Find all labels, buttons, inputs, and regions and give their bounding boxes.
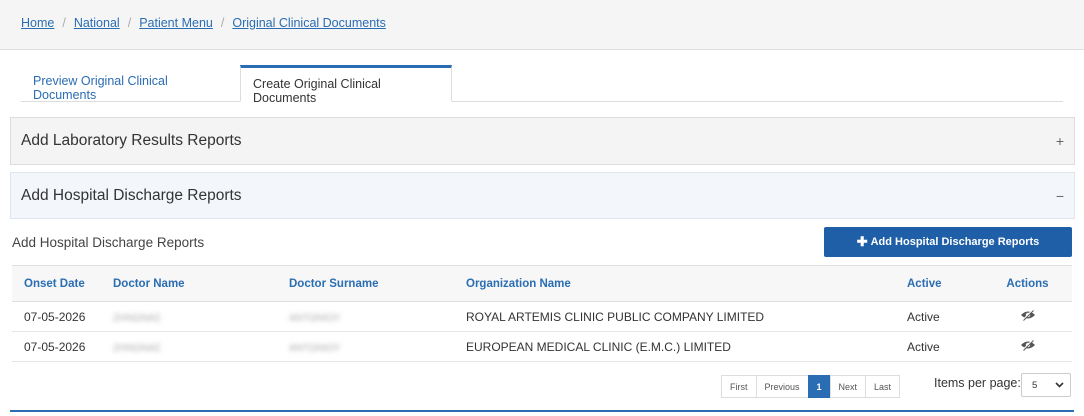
expand-icon[interactable]: + [1056,133,1064,149]
document-tabs: Preview Original Clinical Documents Crea… [21,65,1063,105]
pagination: First Previous 1 Next Last [721,375,901,398]
plus-icon: ✚ [856,234,868,249]
header-doctor-name[interactable]: Doctor Name [101,265,277,302]
view-icon[interactable] [1020,339,1036,351]
section-divider [10,410,1074,412]
panel-title: Add Laboratory Results Reports [21,132,242,149]
table-row: 07-05-2026 ΖΗΝΩΝΑΣ ΑΝΤΩΝΙΟΥ ROYAL ARTEMI… [12,301,1072,332]
breadcrumb-national[interactable]: National [74,16,120,30]
breadcrumb-patient-menu[interactable]: Patient Menu [139,16,213,30]
page-current-button[interactable]: 1 [807,375,831,398]
cell-doctor-surname: ΑΝΤΩΝΙΟΥ [289,312,341,324]
breadcrumb-original-clinical-documents[interactable]: Original Clinical Documents [232,16,386,30]
panel-hospital-discharge[interactable]: Add Hospital Discharge Reports − [10,172,1075,219]
cell-doctor-name: ΖΗΝΩΝΑΣ [113,342,162,354]
header-actions: Actions [983,265,1072,302]
page-last-button[interactable]: Last [865,375,901,398]
cell-onset-date: 07-05-2026 [12,301,101,332]
page-next-button[interactable]: Next [829,375,867,398]
breadcrumb: Home / National / Patient Menu / Origina… [21,16,386,30]
header-onset-date[interactable]: Onset Date [12,265,101,302]
section-title: Add Hospital Discharge Reports [12,235,205,250]
page-previous-button[interactable]: Previous [755,375,809,398]
header-doctor-surname[interactable]: Doctor Surname [277,265,454,302]
breadcrumb-separator: / [127,16,132,30]
breadcrumb-separator: / [62,16,66,30]
items-per-page-label: Items per page: [934,376,1021,390]
collapse-icon[interactable]: − [1056,188,1064,204]
table-header-row: Onset Date Doctor Name Doctor Surname Or… [12,265,1072,302]
table-row: 07-05-2026 ΖΗΝΩΝΑΣ ΑΝΤΩΝΙΟΥ EUROPEAN MED… [12,331,1072,362]
add-button-label: Add Hospital Discharge Reports [870,236,1040,248]
panel-laboratory-results[interactable]: Add Laboratory Results Reports + [10,117,1075,165]
items-per-page-select[interactable]: 5 [1021,373,1071,397]
cell-onset-date: 07-05-2026 [12,331,101,362]
view-icon[interactable] [1020,309,1036,321]
breadcrumb-separator: / [220,16,225,30]
discharge-reports-table: Onset Date Doctor Name Doctor Surname Or… [12,265,1072,362]
add-hospital-discharge-button[interactable]: ✚ Add Hospital Discharge Reports [824,227,1072,257]
breadcrumb-bar: Home / National / Patient Menu / Origina… [0,0,1084,50]
panel-title: Add Hospital Discharge Reports [21,186,242,204]
cell-organization: EUROPEAN MEDICAL CLINIC (E.M.C.) LIMITED [454,331,895,362]
cell-doctor-surname: ΑΝΤΩΝΙΟΥ [289,342,341,354]
cell-active: Active [895,331,983,362]
cell-organization: ROYAL ARTEMIS CLINIC PUBLIC COMPANY LIMI… [454,301,895,332]
breadcrumb-home[interactable]: Home [21,16,54,30]
header-organization-name[interactable]: Organization Name [454,265,895,302]
chevron-down-icon [1055,382,1064,388]
cell-active: Active [895,301,983,332]
cell-doctor-name: ΖΗΝΩΝΑΣ [113,312,162,324]
items-per-page-value: 5 [1032,379,1038,391]
tab-preview-documents[interactable]: Preview Original Clinical Documents [21,65,240,102]
page-first-button[interactable]: First [721,375,757,398]
tab-create-documents[interactable]: Create Original Clinical Documents [240,65,452,105]
header-active[interactable]: Active [895,265,983,302]
